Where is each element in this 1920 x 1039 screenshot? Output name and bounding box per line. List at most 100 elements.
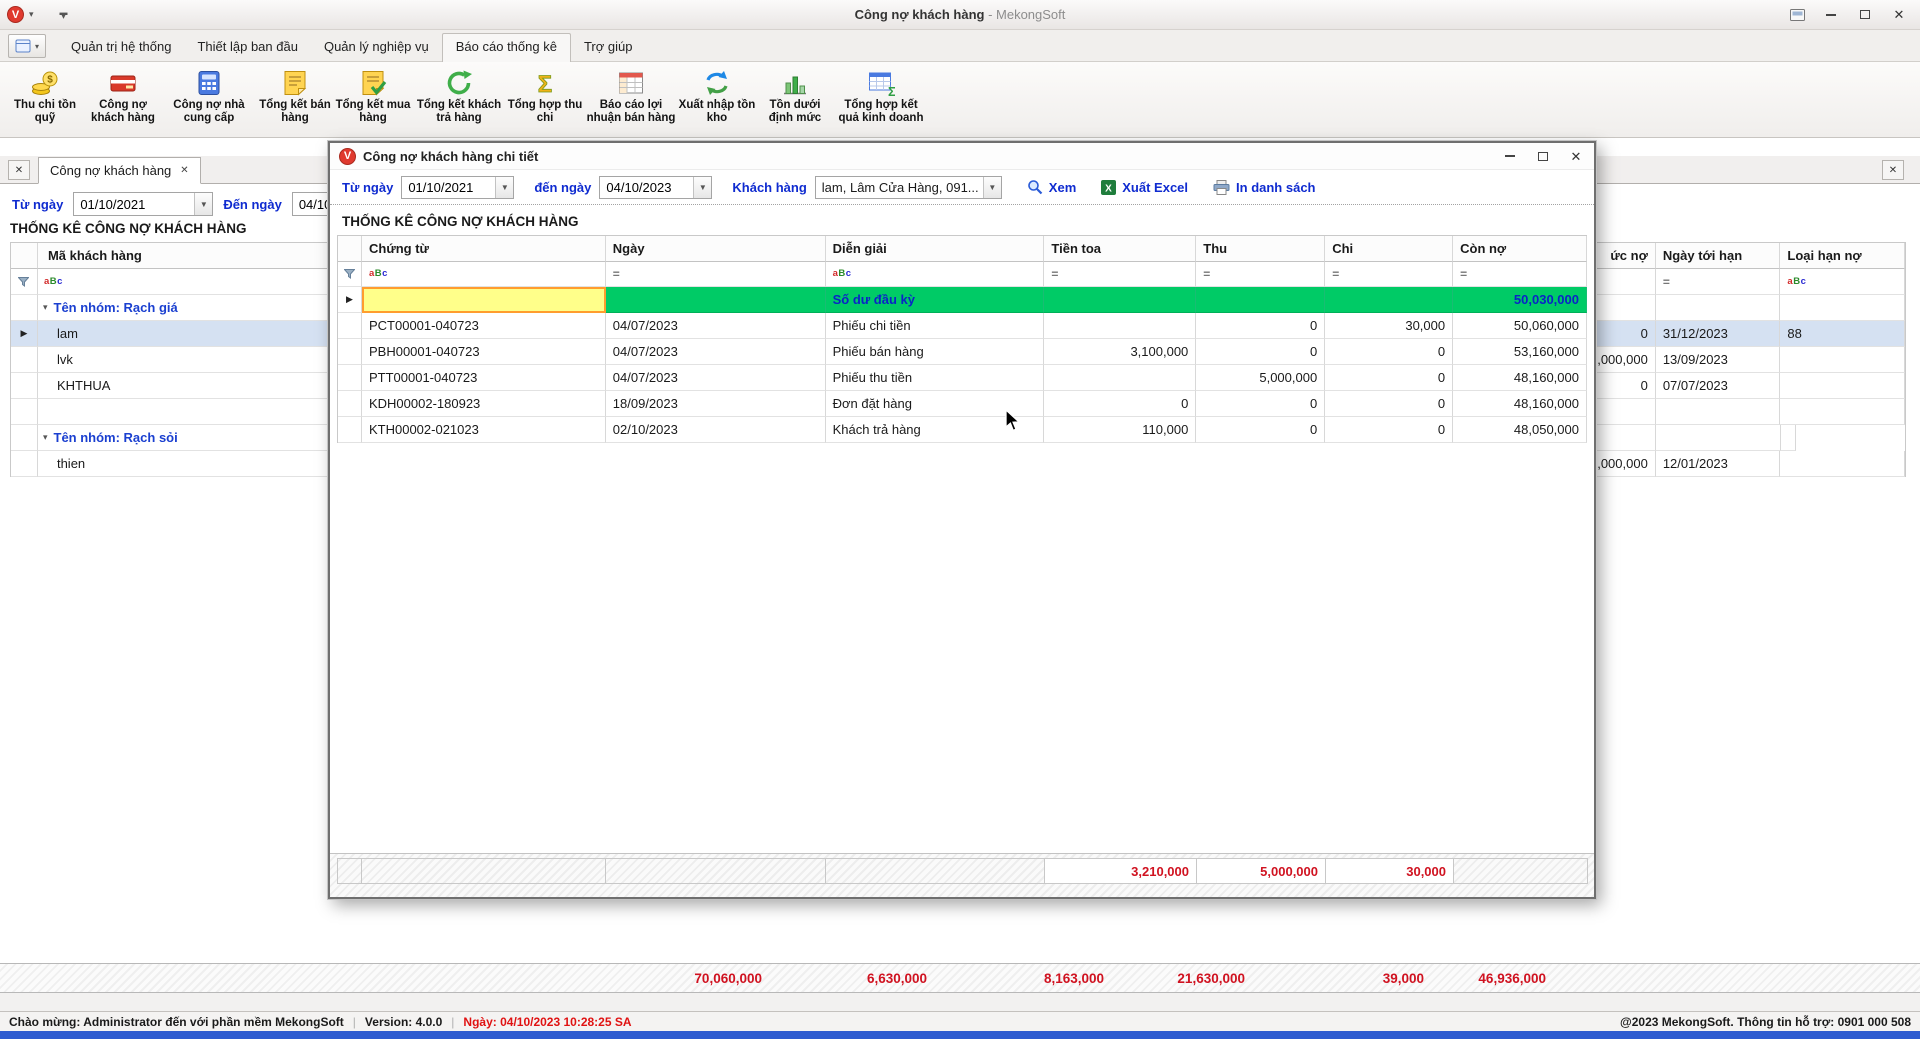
filter-cell[interactable]: = [606,262,826,287]
toolbar-ton-duoi-dinh-muc[interactable]: Tồn dưới định mức [756,66,834,125]
toolbar-cong-no-khach-hang[interactable]: Công nợ khách hàng [84,66,162,125]
toolbar-label: Công nợ nhà cung cấp [162,99,256,125]
column-header-thu[interactable]: Thu [1196,236,1325,262]
opening-balance-row[interactable]: ▶ Số dư đầu kỳ 50,030,000 [338,287,1587,313]
toolbar-bao-cao-loi-nhuan[interactable]: Báo cáo lợi nhuận bán hàng [584,66,678,125]
tab-label: Trợ giúp [584,39,633,54]
chevron-down-icon[interactable]: ▼ [693,177,711,198]
collapse-triangle-icon[interactable]: ▾ [43,432,48,443]
app-logo-icon[interactable]: V [7,6,24,23]
column-header-chung-tu[interactable]: Chứng từ [362,236,606,262]
tab-quan-ly-nghiep-vu[interactable]: Quản lý nghiệp vụ [311,34,442,61]
empty-cell [1780,399,1905,425]
grid-row-pbh00001[interactable]: PBH00001-040723 04/07/2023 Phiếu bán hàn… [338,339,1587,365]
column-header-dien-giai[interactable]: Diễn giải [826,236,1045,262]
export-excel-button[interactable]: X Xuất Excel [1101,180,1188,195]
filter-cell[interactable]: = [1656,269,1781,295]
funnel-icon [18,277,29,287]
row-indicator [338,417,362,443]
tabstrip-right-close-button[interactable]: ✕ [1882,160,1904,180]
debt-row-thien[interactable]: 0,000,000 12/01/2023 [1595,451,1905,477]
column-header-loai-han-no[interactable]: Loại hạn nợ [1780,243,1905,269]
view-button-label: Xem [1049,180,1076,195]
collapse-triangle-icon[interactable]: ▾ [43,302,48,313]
tab-thiet-lap-ban-dau[interactable]: Thiết lập ban đầu [184,34,310,61]
toolbar-tong-ket-ban-hang[interactable]: Tổng kết bán hàng [256,66,334,125]
equals-filter-icon: = [1332,268,1339,280]
view-button[interactable]: Xem [1027,179,1076,195]
focused-cell[interactable] [362,287,606,313]
to-date-input[interactable] [600,177,693,198]
svg-text:Σ: Σ [538,71,552,97]
from-date-field: ▼ [73,192,213,216]
close-all-tabs-button[interactable]: ✕ [8,160,30,180]
column-header-chi[interactable]: Chi [1325,236,1453,262]
debt-row-lvk[interactable]: 0,000,000 13/09/2023 [1595,347,1905,373]
minimize-button[interactable] [1501,147,1519,165]
toolbar-label: Tổng kết bán hàng [256,99,334,125]
column-header-tien-toa[interactable]: Tiền toa [1044,236,1196,262]
close-tab-icon[interactable]: ✕ [180,165,188,176]
chevron-down-icon[interactable]: ▼ [194,193,212,215]
grid-row-ptt00001[interactable]: PTT00001-040723 04/07/2023 Phiếu thu tiề… [338,365,1587,391]
filter-cell[interactable] [1595,269,1656,295]
column-header-ngay[interactable]: Ngày [606,236,826,262]
maximize-button[interactable] [1856,6,1874,24]
due-date-cell: 07/07/2023 [1656,373,1781,399]
toolbar-label: Xuất nhập tồn kho [678,99,756,125]
tab-bao-cao-thong-ke[interactable]: Báo cáo thống kê [442,33,571,62]
group-label: Tên nhóm: Rạch giá [54,300,178,315]
filter-cell[interactable]: = [1325,262,1453,287]
column-header-ngay-toi-han[interactable]: Ngày tới hạn [1656,243,1781,269]
ribbon-launcher-button[interactable]: ▾ [8,34,46,58]
magnifier-icon [1027,179,1043,195]
debt-detail-table-partial: ức nợ Ngày tới hạn Loại hạn nợ = aBc 0 3… [1594,242,1906,477]
to-date-label: đến ngày [534,180,591,195]
toolbar-tong-ket-mua-hang[interactable]: Tổng kết mua hàng [334,66,412,125]
customer-combobox[interactable]: lam, Lâm Cửa Hàng, 091... ▼ [815,176,1002,199]
row-indicator [11,295,38,321]
grid-row-kdh00002[interactable]: KDH00002-180923 18/09/2023 Đơn đặt hàng … [338,391,1587,417]
toolbar-xuat-nhap-ton-kho[interactable]: Xuất nhập tồn kho [678,66,756,125]
toolbar-customize-icon[interactable]: ▬▾ [60,11,68,19]
toolbar-cong-no-nha-cung-cap[interactable]: Công nợ nhà cung cấp [162,66,256,125]
footer-cell [362,858,606,884]
close-button[interactable]: ✕ [1567,147,1585,165]
empty-cell [1656,295,1781,321]
grid-row-pct00001[interactable]: PCT00001-040723 04/07/2023 Phiếu chi tiề… [338,313,1587,339]
tab-tro-giup[interactable]: Trợ giúp [571,34,646,61]
debt-row-lam[interactable]: 0 31/12/2023 88 [1595,321,1905,347]
from-date-input[interactable] [402,177,495,198]
toolbar-tong-ket-khach-tra-hang[interactable]: Tổng kết khách trả hàng [412,66,506,125]
debt-row-khthua[interactable]: 0 07/07/2023 [1595,373,1905,399]
doctab-cong-no-khach-hang[interactable]: Công nợ khách hàng ✕ [38,157,201,184]
filter-cell[interactable]: aBc [1780,269,1905,295]
toolbar-tong-hop-thu-chi[interactable]: Σ Tổng hợp thu chi [506,66,584,125]
toolbar-label: Tổng hợp thu chi [506,99,584,125]
row-indicator [11,399,38,425]
chevron-down-icon[interactable]: ▼ [983,177,1001,198]
from-date-input[interactable] [74,193,194,215]
filter-cell[interactable]: = [1453,262,1587,287]
tab-quan-tri-he-thong[interactable]: Quản trị hệ thống [58,34,184,61]
column-header-dinh-muc-no[interactable]: ức nợ [1595,243,1656,269]
amount-cell [1044,313,1196,339]
filter-cell[interactable]: aBc [362,262,606,287]
print-list-button[interactable]: In danh sách [1213,180,1315,195]
close-button[interactable]: ✕ [1890,6,1908,24]
column-header-con-no[interactable]: Còn nợ [1453,236,1587,262]
background-heading: THỐNG KÊ CÔNG NỢ KHÁCH HÀNG [10,221,247,236]
quick-access-caret-icon[interactable]: ▾ [29,9,34,20]
toolbar-tong-hop-ket-qua-kinh-doanh[interactable]: Σ Tổng hợp kết quả kinh doanh [834,66,928,125]
filter-cell[interactable]: = [1044,262,1196,287]
restore-button[interactable] [1534,147,1552,165]
toolbar-thu-chi-ton-quy[interactable]: $ Thu chi tồn quỹ [6,66,84,125]
filter-cell[interactable]: aBc [826,262,1045,287]
screen-icon[interactable] [1788,6,1806,24]
date-cell: 04/07/2023 [606,339,826,365]
empty-row [1595,295,1905,321]
grid-row-kth00002[interactable]: KTH00002-021023 02/10/2023 Khách trả hàn… [338,417,1587,443]
chevron-down-icon[interactable]: ▼ [495,177,513,198]
filter-cell[interactable]: = [1196,262,1325,287]
minimize-button[interactable] [1822,6,1840,24]
